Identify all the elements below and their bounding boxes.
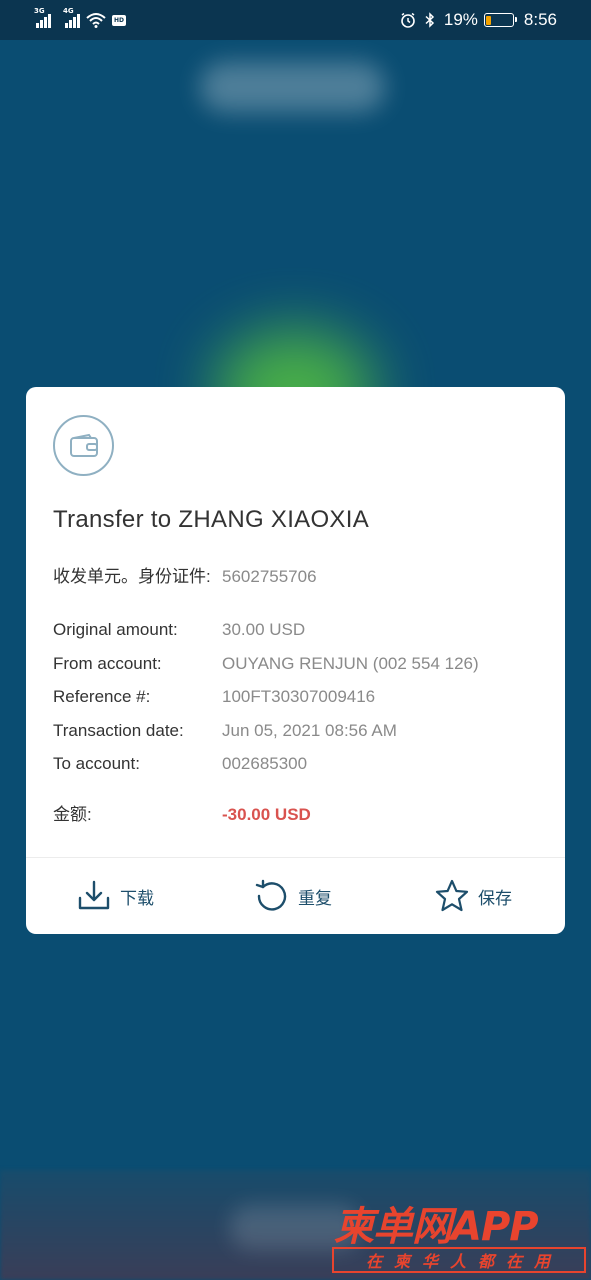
- status-left: 3G 4G HD: [34, 7, 127, 28]
- wallet-badge: [53, 415, 114, 476]
- signal2-label: 4G: [63, 7, 74, 15]
- status-right: 19% 8:56: [400, 10, 557, 30]
- download-icon: [78, 880, 110, 910]
- watermark-logo: 柬单网APP: [334, 1204, 539, 1250]
- detail-row: 收发单元。身份证件: 5602755706: [53, 565, 543, 618]
- bluetooth-icon: [425, 12, 434, 28]
- battery-icon: [483, 13, 517, 27]
- detail-label: From account:: [53, 653, 162, 673]
- transfer-dialog: Transfer to ZHANG XIAOXIA 收发单元。身份证件: 560…: [26, 387, 565, 934]
- repeat-label: 重复: [298, 888, 332, 909]
- amount-value: -30.00 USD: [222, 804, 311, 824]
- signal1-label: 3G: [34, 7, 45, 15]
- alarm-icon: [401, 12, 415, 28]
- clock: 8:56: [523, 10, 557, 29]
- battery-percent: 19%: [443, 10, 478, 29]
- detail-row: From account: OUYANG RENJUN (002 554 126…: [53, 652, 543, 686]
- save-label: 保存: [478, 888, 512, 909]
- detail-value: 100FT30307009416: [222, 687, 376, 706]
- save-button[interactable]: 保存: [434, 878, 512, 914]
- watermark: 柬单网APP 在柬华人都在用: [332, 1194, 586, 1276]
- detail-row: Reference #: 100FT30307009416: [53, 685, 543, 719]
- wifi-icon: [86, 13, 106, 28]
- signal-icon-2: 4G: [63, 7, 80, 28]
- download-label: 下载: [120, 888, 154, 909]
- amount-row: 金额: -30.00 USD: [53, 803, 543, 827]
- watermark-slogan: 在柬华人都在用: [332, 1247, 586, 1273]
- detail-row: Transaction date: Jun 05, 2021 08:56 AM: [53, 719, 543, 753]
- detail-label: Original amount:: [53, 620, 178, 639]
- detail-label: 收发单元。身份证件:: [53, 567, 211, 586]
- detail-row: Original amount: 30.00 USD: [53, 618, 543, 652]
- signal-icon: 3G: [34, 7, 51, 28]
- detail-value: 002685300: [222, 754, 308, 773]
- detail-value: Jun 05, 2021 08:56 AM: [222, 720, 397, 740]
- wallet-icon: [69, 433, 98, 457]
- background-title-blur: [200, 62, 385, 112]
- dialog-title: Transfer to ZHANG XIAOXIA: [53, 506, 370, 533]
- battery-fill: [486, 15, 492, 25]
- detail-label: Transaction date:: [53, 720, 184, 740]
- amount-label: 金额:: [53, 804, 92, 824]
- detail-row: To account: 002685300: [53, 752, 543, 786]
- status-bar: 3G 4G HD 19% 8:56: [0, 0, 591, 40]
- download-button[interactable]: 下载: [76, 878, 154, 914]
- action-bar: 下载 重复 保存: [26, 858, 565, 934]
- repeat-button[interactable]: 重复: [254, 878, 332, 914]
- details-list: 收发单元。身份证件: 5602755706 Original amount: 3…: [53, 565, 543, 827]
- detail-label: To account:: [53, 754, 140, 773]
- detail-value: 30.00 USD: [222, 620, 306, 639]
- repeat-icon: [255, 879, 287, 911]
- detail-value: 5602755706: [222, 567, 317, 586]
- hd-icon: HD: [112, 14, 127, 26]
- detail-label: Reference #:: [53, 687, 151, 706]
- star-icon: [435, 879, 469, 912]
- detail-value: OUYANG RENJUN (002 554 126): [222, 653, 479, 673]
